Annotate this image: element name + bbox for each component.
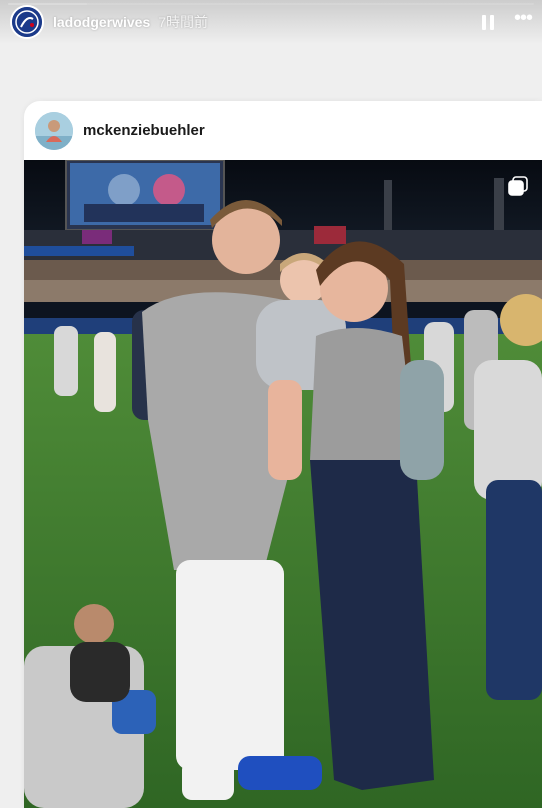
shared-post-card[interactable]: mckenziebuehler [24, 101, 542, 808]
profile-avatar[interactable] [10, 5, 44, 39]
more-options-button[interactable]: ••• [514, 8, 533, 28]
story-header: ladodgerwives 7時間前 ••• [0, 0, 542, 44]
post-author-avatar[interactable] [35, 111, 73, 150]
author-avatar-image [35, 111, 73, 150]
pause-icon-bar [489, 14, 494, 30]
stadium-photo [24, 160, 542, 808]
post-header: mckenziebuehler [24, 101, 542, 160]
pause-button[interactable] [476, 10, 500, 34]
post-author-username[interactable]: mckenziebuehler [83, 122, 205, 139]
pause-icon-bar [481, 14, 486, 30]
post-photo[interactable] [24, 160, 542, 808]
dodgers-logo-icon [12, 7, 42, 37]
multiple-photos-icon[interactable] [508, 176, 528, 196]
story-username[interactable]: ladodgerwives [53, 14, 150, 30]
story-timestamp: 7時間前 [158, 14, 209, 30]
